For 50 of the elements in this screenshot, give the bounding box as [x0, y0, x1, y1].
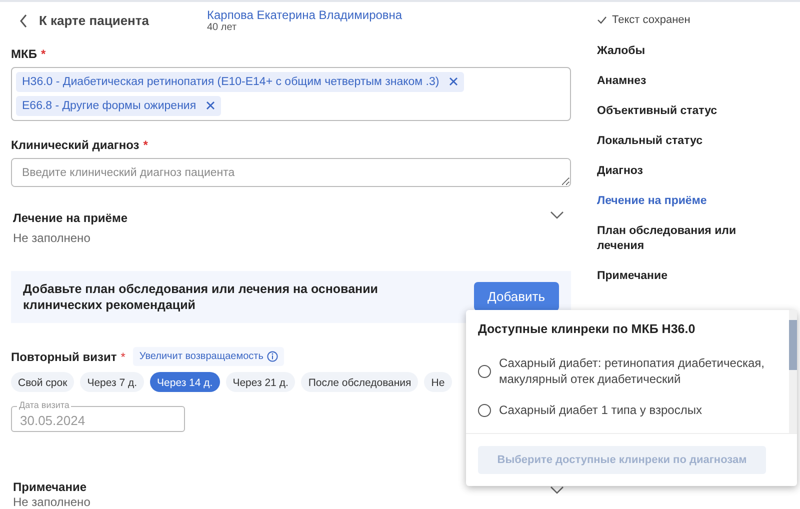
field-label: Клинический диагноз [11, 138, 140, 152]
section-title: Лечение на приёме [13, 210, 128, 225]
icd-field[interactable]: H36.0 - Диабетическая ретинопатия (E10-E14+ с общим четвертым знаком .3) E66.8 - Другие формы ожирения [11, 66, 571, 121]
date-value: 30.05.2024 [20, 413, 86, 428]
tag-label: E66.8 - Другие формы ожирения [22, 100, 196, 112]
section-value: Не заполнено [13, 230, 92, 245]
save-status: Текст сохранен [612, 14, 690, 26]
field-label: МКБ [11, 46, 37, 61]
nav-link[interactable]: Локальный статус [597, 134, 747, 149]
chevron-down-icon[interactable] [550, 486, 564, 494]
nav-link[interactable]: Лечение на приёме [597, 194, 747, 209]
period-chip[interactable]: Через 21 д. [226, 372, 296, 392]
hint-text: Увеличит возвращаемость [139, 351, 264, 362]
section-title: Примечание [13, 480, 88, 494]
nav-link[interactable]: Объективный статус [597, 104, 747, 119]
period-chip[interactable]: Не [424, 372, 452, 392]
patient-name[interactable]: Карпова Екатерина Владимировна [207, 8, 402, 22]
period-chip[interactable]: После обследования [301, 372, 418, 392]
date-label: Дата визита [17, 400, 72, 411]
popup-title: Доступные клинреки по МКБ H36.0 [478, 322, 696, 336]
banner-text: Добавьте план обследования или лечения на основании клинических рекомендаций [23, 280, 379, 314]
info-icon[interactable] [267, 351, 278, 362]
section-value: Не заполнено [13, 495, 90, 509]
close-icon[interactable] [206, 101, 216, 110]
nav-link[interactable]: Диагноз [597, 164, 747, 179]
radio-button[interactable] [478, 365, 491, 378]
nav-link[interactable]: Жалобы [597, 44, 747, 59]
back-button[interactable]: К карте пациента [11, 13, 207, 28]
nav-link[interactable]: Примечание [597, 269, 747, 284]
nav-link[interactable]: План обследования или лечения [597, 224, 747, 254]
period-chip[interactable]: Через 14 д. [150, 372, 220, 392]
nav-link[interactable]: Анамнез [597, 74, 747, 89]
chevron-left-icon [19, 14, 29, 28]
period-chip[interactable]: Свой срок [11, 372, 74, 392]
scrollbar[interactable] [789, 310, 797, 433]
radio-option[interactable]: Сахарный диабет 1 типа у взрослых [478, 403, 777, 419]
radio-button[interactable] [478, 404, 491, 418]
required-mark: * [40, 46, 46, 61]
add-button[interactable]: Добавить [474, 282, 559, 312]
patient-age: 40 лет [207, 22, 238, 33]
close-icon[interactable] [449, 77, 458, 86]
tag-label: H36.0 - Диабетическая ретинопатия (E10-E14+ с общим четвертым знаком .3) [22, 76, 440, 88]
radio-option[interactable]: Сахарный диабет: ретинопатия диабетическая, макулярный отек диабетический [478, 356, 777, 388]
required-mark: * [143, 138, 148, 152]
required-mark: * [120, 350, 126, 364]
chevron-down-icon[interactable] [550, 210, 564, 219]
check-icon [597, 16, 607, 24]
diagnosis-field[interactable]: Введите клинический диагноз пациента [11, 158, 571, 187]
period-chip[interactable]: Через 7 д. [80, 372, 144, 392]
field-label: Повторный визит [11, 350, 117, 364]
